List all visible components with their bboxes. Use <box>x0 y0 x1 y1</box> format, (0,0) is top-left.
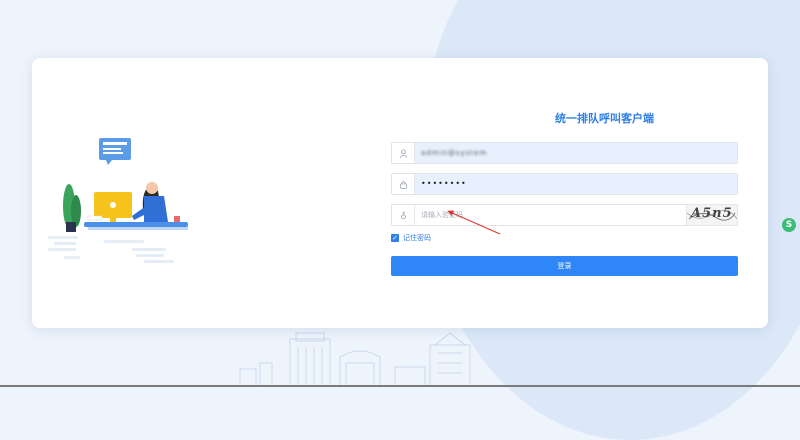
password-value: •••••••• <box>421 179 467 188</box>
app-title: 统一排队呼叫客户端 <box>555 112 654 125</box>
office-worker-illustration <box>48 138 188 263</box>
remember-checkbox[interactable]: ✓ <box>391 234 399 242</box>
password-input[interactable]: •••••••• <box>415 174 737 194</box>
username-field[interactable]: admin@system <box>391 142 738 164</box>
login-button[interactable]: 登录 <box>391 256 738 276</box>
key-icon <box>392 205 415 225</box>
user-icon <box>392 143 415 163</box>
password-field[interactable]: •••••••• <box>391 173 738 195</box>
app-logo-icon[interactable]: S <box>782 218 796 232</box>
lock-icon <box>392 174 415 194</box>
login-card: 统一排队呼叫客户端 admin@system •••••••• 请输入验证码 A… <box>32 58 768 328</box>
captcha-row: A5n5 <box>391 204 738 226</box>
remember-label: 记住密码 <box>403 234 431 242</box>
skyline-illustration <box>239 332 471 387</box>
captcha-image[interactable]: A5n5 <box>686 204 738 226</box>
captcha-input[interactable] <box>415 205 685 225</box>
username-input[interactable]: admin@system <box>415 143 737 163</box>
captcha-field[interactable] <box>391 204 687 226</box>
username-value: admin@system <box>421 149 488 157</box>
remember-password[interactable]: ✓ 记住密码 <box>391 231 738 245</box>
login-form: 统一排队呼叫客户端 admin@system •••••••• 请输入验证码 A… <box>391 110 738 276</box>
captcha-text: A5n5 <box>691 206 733 221</box>
